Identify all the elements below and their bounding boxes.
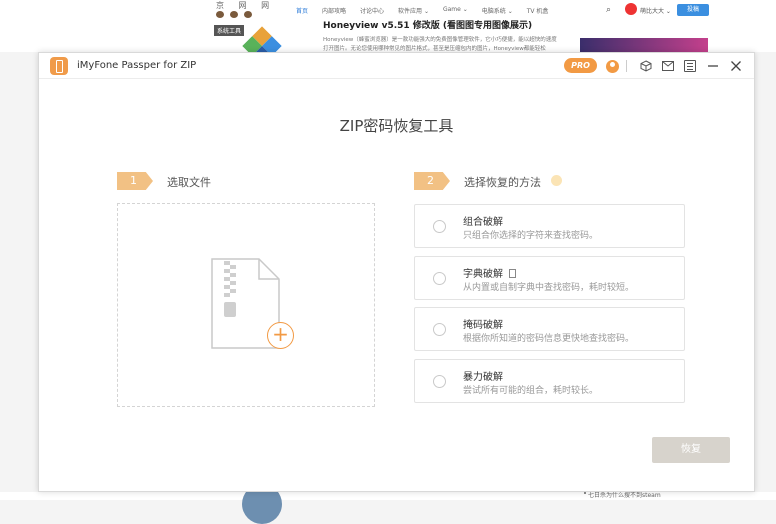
close-icon[interactable] [726,56,746,76]
background-nav-item[interactable]: 软件应用 ⌄ [398,6,429,15]
mail-icon[interactable] [658,56,678,76]
background-search-icon[interactable]: ⌕ [606,5,611,15]
method-name: 暴力破解 [463,372,503,383]
file-drop-zone[interactable]: + [117,203,375,407]
document-icon[interactable] [509,269,516,278]
step-number: 1 [117,172,153,190]
method-radio[interactable] [433,323,446,336]
background-banner[interactable] [580,38,708,52]
background-article-desc: Honeyview（蜂蜜浏览器）是一款功能强大的免费图像管理软件，它小巧便捷，能… [323,37,557,52]
page-title: ZIP密码恢复工具 [339,117,454,135]
recover-button[interactable]: 恢复 [652,437,730,463]
background-avatar[interactable] [625,3,637,15]
background-article-title[interactable]: Honeyview v5.51 修改版 (看图图专用图像展示) [323,18,532,31]
method-name: 字典破解 [463,269,503,280]
method-radio[interactable] [433,272,446,285]
step-number: 2 [414,172,450,190]
step-label: 选择恢复的方法 [464,176,541,189]
titlebar-divider [626,60,627,72]
background-post-button[interactable]: 投稿 [677,4,709,16]
background-list-bullet [584,492,586,494]
method-description: 只组合你选择的字符来查找密码。 [463,231,599,241]
method-radio[interactable] [433,375,446,388]
app-logo-icon [50,57,68,75]
background-nav: 首页 内部攻略 讨论中心 软件应用 ⌄ Game ⌄ 电脑系统 ⌄ TV 机盒 [296,6,548,15]
pro-label: PRO [571,61,590,70]
method-description: 尝试所有可能的组合，耗时较长。 [463,386,599,396]
background-nav-item[interactable]: Game ⌄ [443,6,468,15]
background-nav-item[interactable]: 首页 [296,6,308,15]
method-name-row: 字典破解 [463,265,516,280]
background-logo-tag: 系统工具 [214,25,245,36]
pro-button[interactable]: PRO [564,58,597,73]
add-file-icon[interactable]: + [267,322,294,349]
background-nav-item[interactable]: 电脑系统 ⌄ [482,6,513,15]
method-name: 组合破解 [463,217,503,228]
background-nav-item[interactable]: TV 机盒 [527,6,549,15]
cube-icon[interactable] [636,56,656,76]
method-option[interactable]: 组合破解 只组合你选择的字符来查找密码。 [414,204,685,248]
bulb-icon[interactable] [551,175,562,186]
app-window: iMyFone Passper for ZIP PRO ZIP密码恢复工具 1 … [38,52,755,492]
title-bar[interactable]: iMyFone Passper for ZIP PRO [39,53,754,79]
menu-icon[interactable] [680,56,700,76]
method-description: 根据你所知道的密码信息更快地查找密码。 [463,334,635,344]
method-option[interactable]: 字典破解 从内置或自制字典中查找密码，耗时较短。 [414,256,685,300]
method-description: 从内置或自制字典中查找密码，耗时较短。 [463,283,635,293]
background-nav-item[interactable]: 讨论中心 [360,6,384,15]
background-user-name[interactable]: 萌比大大 ⌄ [640,6,671,15]
method-radio[interactable] [433,220,446,233]
method-option[interactable]: 暴力破解 尝试所有可能的组合，耗时较长。 [414,359,685,403]
step-label: 选取文件 [167,176,211,189]
background-nav-item[interactable]: 内部攻略 [322,6,346,15]
minimize-icon[interactable] [703,56,723,76]
app-title: iMyFone Passper for ZIP [77,60,197,71]
method-name: 掩码破解 [463,320,503,331]
user-icon[interactable] [602,56,622,76]
method-option[interactable]: 掩码破解 根据你所知道的密码信息更快地查找密码。 [414,307,685,351]
